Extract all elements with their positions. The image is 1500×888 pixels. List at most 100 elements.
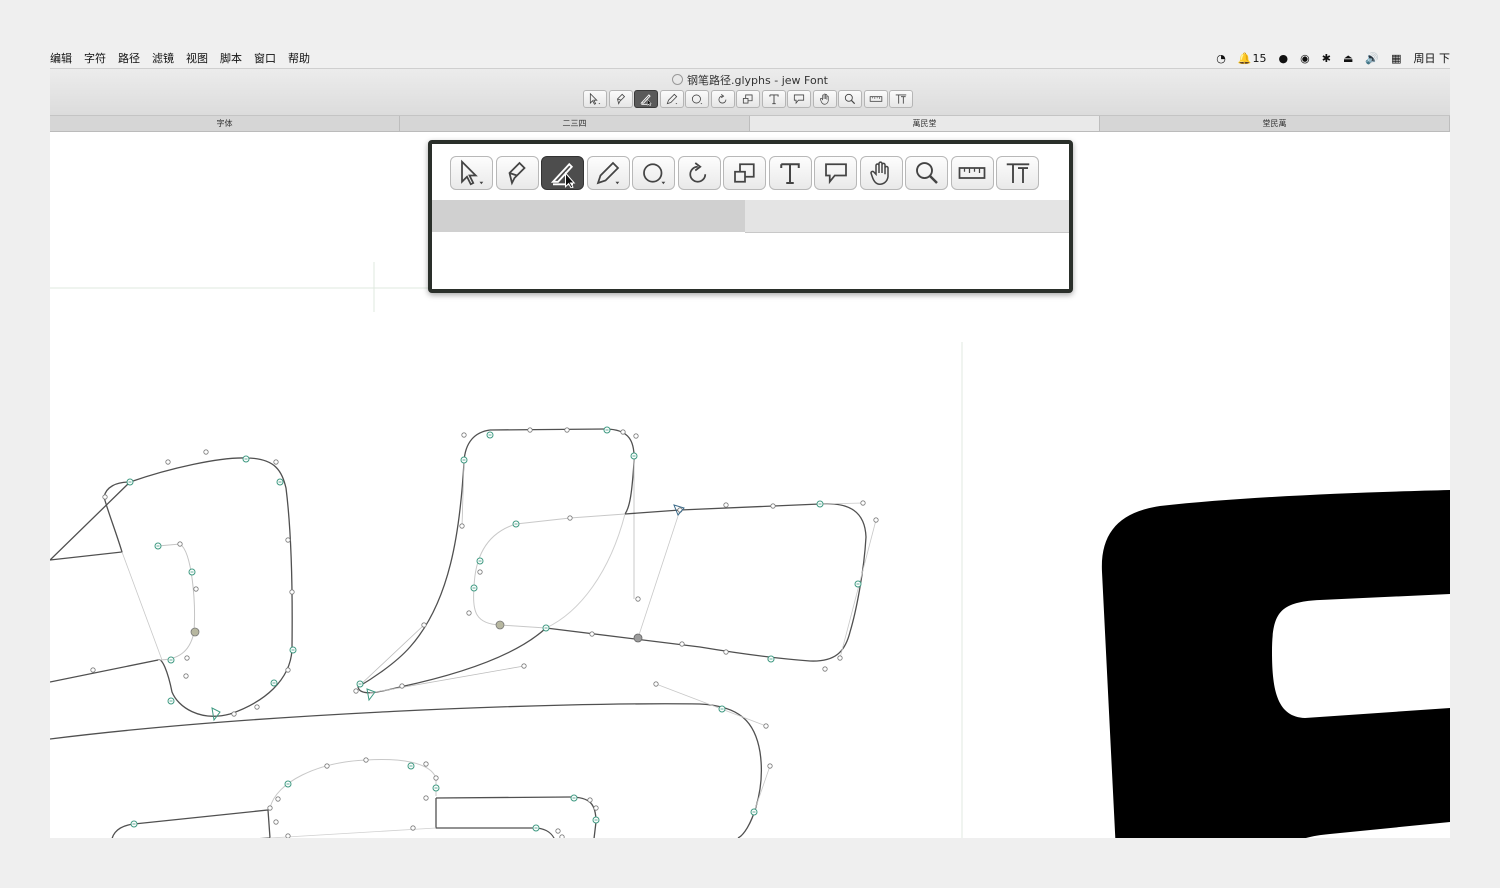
hand-tool-button[interactable] [859,156,903,190]
path-node[interactable] [165,459,171,465]
primitives-tool-button[interactable] [685,90,709,108]
path-node[interactable] [90,667,96,673]
zoom-tool-button[interactable] [838,90,862,108]
menu-script[interactable]: 脚本 [220,52,242,66]
path-node[interactable] [203,449,209,455]
measurement-tool-button[interactable] [950,156,994,190]
path-node[interactable] [285,537,291,543]
text-tool-button[interactable] [768,156,812,190]
menu-path[interactable]: 路径 [118,52,140,66]
path-node[interactable] [423,795,429,801]
rotate-tool-button[interactable] [710,90,735,108]
tab-font[interactable]: 字体 [50,116,400,131]
menu-filter[interactable]: 滤镜 [152,52,174,66]
path-node[interactable] [363,757,369,763]
path-node[interactable] [273,459,279,465]
path-node[interactable] [285,833,291,838]
path-node[interactable] [275,796,281,802]
rotate-tool-button[interactable] [677,156,721,190]
tab-text-3[interactable]: 堂民萬 [1100,116,1450,131]
menu-view[interactable]: 视图 [186,52,208,66]
path-node[interactable] [567,515,573,521]
path-node[interactable] [589,631,595,637]
path-node[interactable] [285,667,291,673]
volume-icon[interactable]: 🔊 [1365,52,1379,66]
menu-window[interactable]: 窗口 [254,52,276,66]
annotation-tool-button[interactable] [814,156,857,190]
annotation-tool-button[interactable] [787,90,811,108]
path-node[interactable] [873,517,879,523]
draw-tool-button[interactable] [495,156,539,190]
zoom-tool-button[interactable] [905,156,948,190]
pencil-tool-button[interactable] [586,156,630,190]
path-node[interactable] [254,704,260,710]
path-node[interactable] [267,805,273,811]
path-node[interactable] [559,834,565,838]
bluetooth-icon[interactable]: ✱ [1322,52,1331,66]
tab-text-2[interactable]: 萬民堂 [750,116,1100,131]
path-node[interactable] [837,655,843,661]
select-tool-button[interactable] [583,90,607,108]
path-node[interactable] [860,500,866,506]
scale-tool-button[interactable] [736,90,760,108]
path-node[interactable] [466,610,472,616]
path-node[interactable] [770,503,776,509]
path-node[interactable] [102,494,108,500]
path-node[interactable] [822,666,828,672]
knife-tool-button[interactable] [634,90,658,108]
scale-tool-button[interactable] [723,156,766,190]
path-node[interactable] [324,763,330,769]
tab-text-1[interactable]: 二三四 [400,116,750,131]
path-node[interactable] [459,523,465,529]
path-node[interactable] [521,663,527,669]
path-node[interactable] [423,761,429,767]
path-node[interactable] [679,641,685,647]
app-icon[interactable]: ● [1279,52,1289,66]
path-node[interactable] [399,683,405,689]
path-node[interactable] [723,502,729,508]
path-node[interactable] [477,569,483,575]
menu-glyph[interactable]: 字符 [84,52,106,66]
nvidia-icon[interactable]: ◉ [1300,52,1310,66]
metrics-tool-button[interactable] [996,156,1039,190]
eject-icon[interactable]: ⏏ [1343,52,1353,66]
path-node[interactable] [193,586,199,592]
path-node[interactable] [231,711,237,717]
path-node[interactable] [633,433,639,439]
select-tool-button[interactable] [450,156,493,190]
path-node[interactable] [433,775,439,781]
path-node[interactable] [587,797,593,803]
path-node[interactable] [527,427,533,433]
path-node[interactable] [763,723,769,729]
path-node[interactable] [564,427,570,433]
path-node[interactable] [620,429,626,435]
notification-icon[interactable]: 🔔15 [1238,52,1267,66]
status-icon-1[interactable]: ◔ [1216,52,1226,66]
metrics-tool-button[interactable] [889,90,913,108]
path-node[interactable] [653,681,659,687]
path-node[interactable] [353,688,359,694]
path-node[interactable] [461,432,467,438]
path-node[interactable] [289,589,295,595]
path-node[interactable] [593,805,599,811]
hand-tool-button[interactable] [812,90,837,108]
path-node[interactable] [184,655,190,661]
path-node[interactable] [177,541,183,547]
path-node[interactable] [421,622,427,628]
path-node[interactable] [410,825,416,831]
path-node[interactable] [635,596,641,602]
measurement-tool-button[interactable] [863,90,888,108]
pencil-tool-button[interactable] [659,90,684,108]
knife-tool-button[interactable] [541,156,584,190]
draw-tool-button[interactable] [608,90,633,108]
menu-help[interactable]: 帮助 [288,52,310,66]
path-node[interactable] [555,828,561,834]
input-method-icon[interactable]: ▦ [1391,52,1401,66]
path-node[interactable] [767,763,773,769]
path-node[interactable] [183,673,189,679]
text-tool-button[interactable] [761,90,786,108]
path-node[interactable] [273,819,279,825]
primitives-tool-button[interactable] [632,156,675,190]
path-node[interactable] [723,649,729,655]
menu-edit[interactable]: 编辑 [50,52,72,66]
